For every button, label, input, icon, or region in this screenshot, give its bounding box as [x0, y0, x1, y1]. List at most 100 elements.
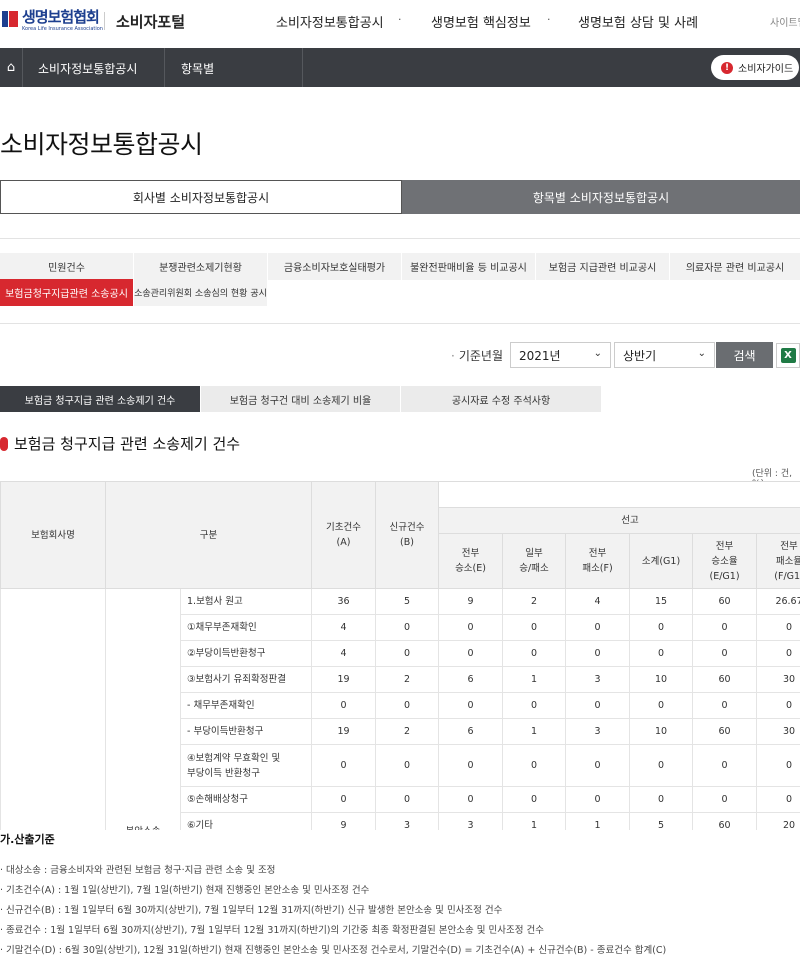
cell-b: 5	[375, 588, 440, 615]
header-subtotal: 소계(G1)	[629, 533, 694, 589]
cell-g: 10	[629, 718, 694, 745]
cell-wr: 0	[692, 614, 758, 641]
section-marker	[0, 436, 8, 451]
cell-b: 2	[375, 718, 440, 745]
cell-wr: 60	[692, 666, 758, 693]
divider	[0, 238, 800, 239]
subtab-correction-notes[interactable]: 공시자료 수정 주석사항	[401, 386, 601, 412]
chevron-down-icon: ⌄	[697, 348, 706, 359]
consumer-guide-button[interactable]: ! 소비자가이드	[711, 55, 799, 80]
cell-g: 0	[629, 692, 694, 719]
cell-f: 0	[565, 692, 631, 719]
search-button[interactable]: 검색	[716, 342, 773, 368]
portal-title[interactable]: 소비자포털	[116, 11, 185, 32]
row-label: ⑥기타	[179, 812, 313, 830]
home-icon[interactable]: ⌂	[0, 48, 22, 87]
excel-icon: X	[780, 348, 796, 363]
table-row: 본안소송1.보험사 원고365924156026.67	[0, 588, 800, 830]
row-label: ④보험계약 무효확인 및 부당이득 반환청구	[179, 744, 313, 787]
base-month-label: · 기준년월	[451, 349, 503, 363]
category-lawsuit-committee[interactable]: 소송관리위원회 소송심의 현황 공시	[134, 279, 267, 306]
tab-by-item[interactable]: 항목별 소비자정보통합공시	[402, 180, 800, 214]
lawsuit-table-wrapper[interactable]: 보험회사명 구분 기초건수 (A) 신규건수 (B) 선고 전부 승소(E) 일…	[0, 481, 800, 830]
subtab-lawsuit-ratio[interactable]: 보험금 청구건 대비 소송제기 비율	[201, 386, 400, 412]
category-mis-selling[interactable]: 불완전판매비율 등 비교공시	[402, 253, 535, 280]
gnb-separator: ·	[547, 13, 551, 26]
cell-f: 3	[565, 718, 631, 745]
lawsuit-table: 보험회사명 구분 기초건수 (A) 신규건수 (B) 선고 전부 승소(E) 일…	[0, 481, 800, 830]
row-label: ①채무부존재확인	[179, 614, 313, 641]
cell-p: 0	[502, 640, 567, 667]
cell-b: 3	[375, 812, 440, 830]
period-select[interactable]: 상반기 ⌄	[614, 342, 715, 368]
section-title: 보험금 청구지급 관련 소송제기 건수	[0, 433, 240, 454]
cell-g: 0	[629, 744, 694, 787]
cell-b: 0	[375, 614, 440, 641]
cell-lr: 26.67	[756, 588, 800, 615]
category-claim-payment[interactable]: 보험금 지급관련 비교공시	[536, 253, 669, 280]
cell-e: 0	[438, 692, 504, 719]
header-partial: 일부 승/패소	[502, 533, 567, 589]
logo-text: 생명보험협회	[22, 8, 100, 26]
excel-download-button[interactable]: X	[776, 343, 800, 368]
nav-item-by-item[interactable]: 항목별	[181, 60, 214, 77]
cell-a: 19	[311, 666, 377, 693]
cell-f: 4	[565, 588, 631, 615]
header-base: 기초건수 (A)	[311, 481, 377, 589]
header-blank	[438, 481, 800, 508]
cell-a: 9	[311, 812, 377, 830]
divider	[0, 323, 800, 324]
gnb-item-consult[interactable]: 생명보험 상담 및 사례	[578, 12, 698, 31]
cell-b: 0	[375, 640, 440, 667]
subtab-lawsuit-count[interactable]: 보험금 청구지급 관련 소송제기 건수	[0, 386, 200, 412]
cell-f: 3	[565, 666, 631, 693]
gnb-item-disclosure[interactable]: 소비자정보통합공시	[276, 12, 384, 31]
cell-wr: 0	[692, 692, 758, 719]
cell-g: 0	[629, 614, 694, 641]
cell-a: 0	[311, 692, 377, 719]
cell-f: 0	[565, 640, 631, 667]
cell-lr: 0	[756, 640, 800, 667]
cell-p: 0	[502, 692, 567, 719]
cell-lr: 0	[756, 744, 800, 787]
notes-section: 가.산출기준 · 대상소송 : 금융소비자와 관련된 보험금 청구·지급 관련 …	[0, 830, 800, 956]
cell-a: 19	[311, 718, 377, 745]
cell-wr: 60	[692, 588, 758, 615]
top-header: 생명보험협회 Korea Life Insurance Association …	[0, 0, 800, 48]
note-item: · 기말건수(D) : 6월 30일(상반기), 12월 31일(하반기) 현재…	[0, 945, 667, 956]
category-medical-advice[interactable]: 의료자문 관련 비교공시	[670, 253, 800, 280]
nav-item-disclosure[interactable]: 소비자정보통합공시	[38, 60, 137, 77]
cell-e: 9	[438, 588, 504, 615]
alert-icon: !	[721, 61, 733, 74]
breadcrumb-nav: ⌂ 소비자정보통합공시 항목별 ! 소비자가이드	[0, 48, 800, 87]
tab-by-company[interactable]: 회사별 소비자정보통합공시	[0, 180, 402, 214]
page-title: 소비자정보통합공시	[0, 130, 203, 159]
year-select[interactable]: 2021년 ⌄	[510, 342, 611, 368]
row-label: ③보험사기 유죄확정판결	[179, 666, 313, 693]
sitemap-link[interactable]: 사이트맵	[770, 14, 800, 29]
header-gubun: 구분	[104, 481, 313, 589]
row-label: ⑤손해배상청구	[179, 786, 313, 813]
cell-f: 0	[565, 614, 631, 641]
cell-f: 0	[565, 744, 631, 787]
gnb-item-core-info[interactable]: 생명보험 핵심정보	[431, 12, 531, 31]
category-complaints[interactable]: 민원건수	[0, 253, 133, 280]
cell-lr: 20	[756, 812, 800, 830]
category-dispute-lawsuits[interactable]: 분쟁관련소제기현황	[134, 253, 267, 280]
logo-divider	[104, 12, 105, 30]
company-cell	[0, 588, 106, 830]
logo[interactable]: 생명보험협회 Korea Life Insurance Association	[2, 9, 103, 32]
period-select-value: 상반기	[623, 348, 657, 363]
category-protection-evaluation[interactable]: 금융소비자보호실태평가	[268, 253, 401, 280]
cell-p: 0	[502, 614, 567, 641]
cell-g: 0	[629, 786, 694, 813]
cell-a: 4	[311, 640, 377, 667]
cell-lr: 30	[756, 666, 800, 693]
header-winrate: 전부 승소율 (E/G1)	[692, 533, 758, 589]
header-company: 보험회사명	[0, 481, 106, 589]
lawsuit-type-cell: 본안소송	[105, 588, 181, 830]
table-body: 본안소송1.보험사 원고365924156026.67①채무부존재확인40000…	[0, 588, 800, 830]
category-claim-lawsuits[interactable]: 보험금청구지급관련 소송공시	[0, 279, 133, 306]
chevron-down-icon: ⌄	[593, 348, 602, 359]
cell-e: 3	[438, 812, 504, 830]
